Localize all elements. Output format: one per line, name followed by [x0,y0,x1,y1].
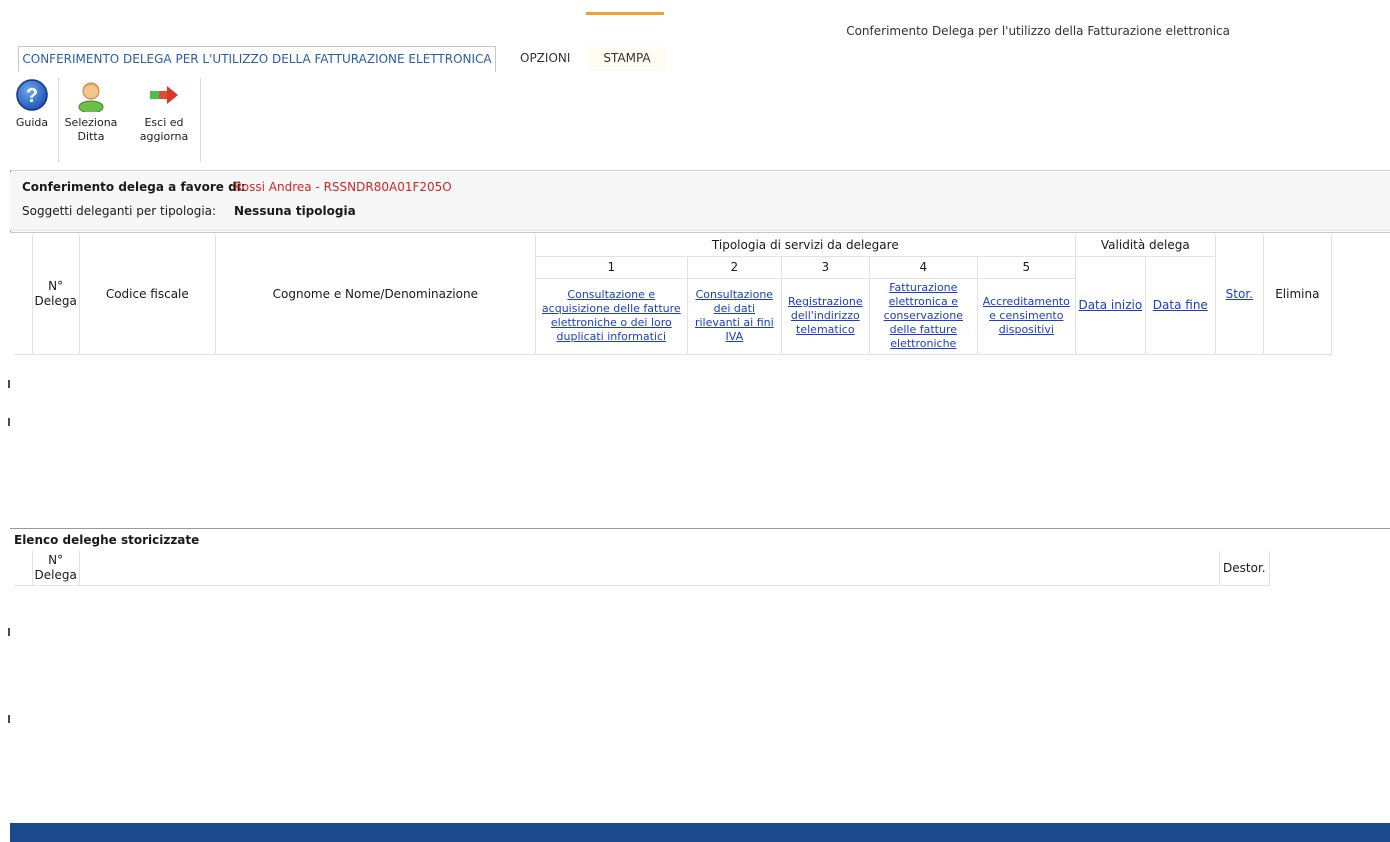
seleziona-label-1: Seleziona [64,116,118,129]
service-4-link[interactable]: Fatturazione elettronica e conservazione… [884,281,963,350]
delegation-info-panel: Conferimento delega a favore di: Rossi A… [10,172,1390,231]
context-tab-accent [586,12,664,15]
guida-button[interactable]: ? Guida [10,78,54,130]
service-1-link[interactable]: Consultazione e acquisizione delle fattu… [542,288,681,343]
service-number: 5 [977,256,1076,279]
history-col-spacer [79,551,1220,586]
service-number: 3 [781,256,870,279]
ribbon-separator [200,78,201,162]
col-codice-fiscale: Codice fiscale [79,235,216,355]
ribbon-separator [58,78,59,162]
service-2-link[interactable]: Consultazione dei dati rilevanti ai fini… [695,288,774,343]
service-number: 1 [535,256,688,279]
col-stor[interactable]: Stor. [1215,235,1264,355]
tab-conferimento-delega[interactable]: CONFERIMENTO DELEGA PER L'UTILIZZO DELLA… [18,46,496,73]
history-table: N° Delega Destor. [14,551,1270,586]
svg-text:?: ? [26,85,38,107]
col-n-delega: N° Delega [32,235,80,355]
soggetti-value: Nessuna tipologia [234,204,356,218]
conferimento-value: Rossi Andrea - RSSNDR80A01F205O [234,180,452,194]
ribbon: ? Guida Seleziona Ditta Esci ed aggiorna [10,72,1390,171]
seleziona-ditta-button[interactable]: Seleziona Ditta [62,78,120,144]
row-selector-header [14,235,33,355]
col-cognome-nome: Cognome e Nome/Denominazione [215,235,536,355]
group-validita-delega: Validità delega [1075,235,1216,257]
service-1-header[interactable]: Consultazione e acquisizione delle fattu… [535,278,688,355]
user-icon [74,78,108,114]
esci-label-1: Esci ed [144,116,184,129]
deleghe-storicizzate-panel: Elenco deleghe storicizzate N° Delega De… [10,528,1390,824]
service-5-link[interactable]: Accreditamento e censimento dispositivi [983,295,1070,336]
soggetti-label: Soggetti deleganti per tipologia: [22,204,217,218]
stor-link[interactable]: Stor. [1226,287,1253,301]
arrow-right-icon [147,78,181,112]
service-4-header[interactable]: Fatturazione elettronica e conservazione… [869,278,978,355]
help-icon: ? [15,78,49,112]
guida-label: Guida [15,116,49,129]
seleziona-label-2: Ditta [77,130,105,143]
conferimento-label: Conferimento delega a favore di: [22,180,246,194]
data-inizio-link[interactable]: Data inizio [1078,298,1142,312]
service-3-header[interactable]: Registrazione dell'indirizzo telematico [781,278,870,355]
row-selector-header [14,551,33,586]
deleghe-grid: N° Delega Codice fiscale Cognome e Nome/… [10,232,1390,529]
service-2-header[interactable]: Consultazione dei dati rilevanti ai fini… [687,278,782,355]
history-col-destor: Destor. [1219,551,1270,586]
group-tipologia-servizi: Tipologia di servizi da delegare [535,235,1076,257]
tab-opzioni[interactable]: OPZIONI [510,46,580,71]
data-fine-link[interactable]: Data fine [1153,298,1208,312]
col-data-inizio[interactable]: Data inizio [1075,256,1146,355]
deleghe-table: N° Delega Codice fiscale Cognome e Nome/… [14,235,1332,355]
ribbon-tab-row: CONFERIMENTO DELEGA PER L'UTILIZZO DELLA… [10,46,1390,73]
history-title: Elenco deleghe storicizzate [14,533,200,547]
esci-label-2: aggiorna [139,130,189,143]
service-number: 4 [869,256,978,279]
title-bar: Conferimento Delega per l'utilizzo della… [10,12,1390,48]
window-title: Conferimento Delega per l'utilizzo della… [846,24,1230,38]
service-5-header[interactable]: Accreditamento e censimento dispositivi [977,278,1076,355]
tab-stampa[interactable]: STAMPA [588,46,666,71]
col-data-fine[interactable]: Data fine [1145,256,1216,355]
service-3-link[interactable]: Registrazione dell'indirizzo telematico [788,295,863,336]
esci-aggiorna-button[interactable]: Esci ed aggiorna [128,78,200,144]
status-bar [10,823,1390,842]
history-col-n-delega: N° Delega [32,551,80,586]
col-elimina: Elimina [1263,235,1332,355]
service-number: 2 [687,256,782,279]
